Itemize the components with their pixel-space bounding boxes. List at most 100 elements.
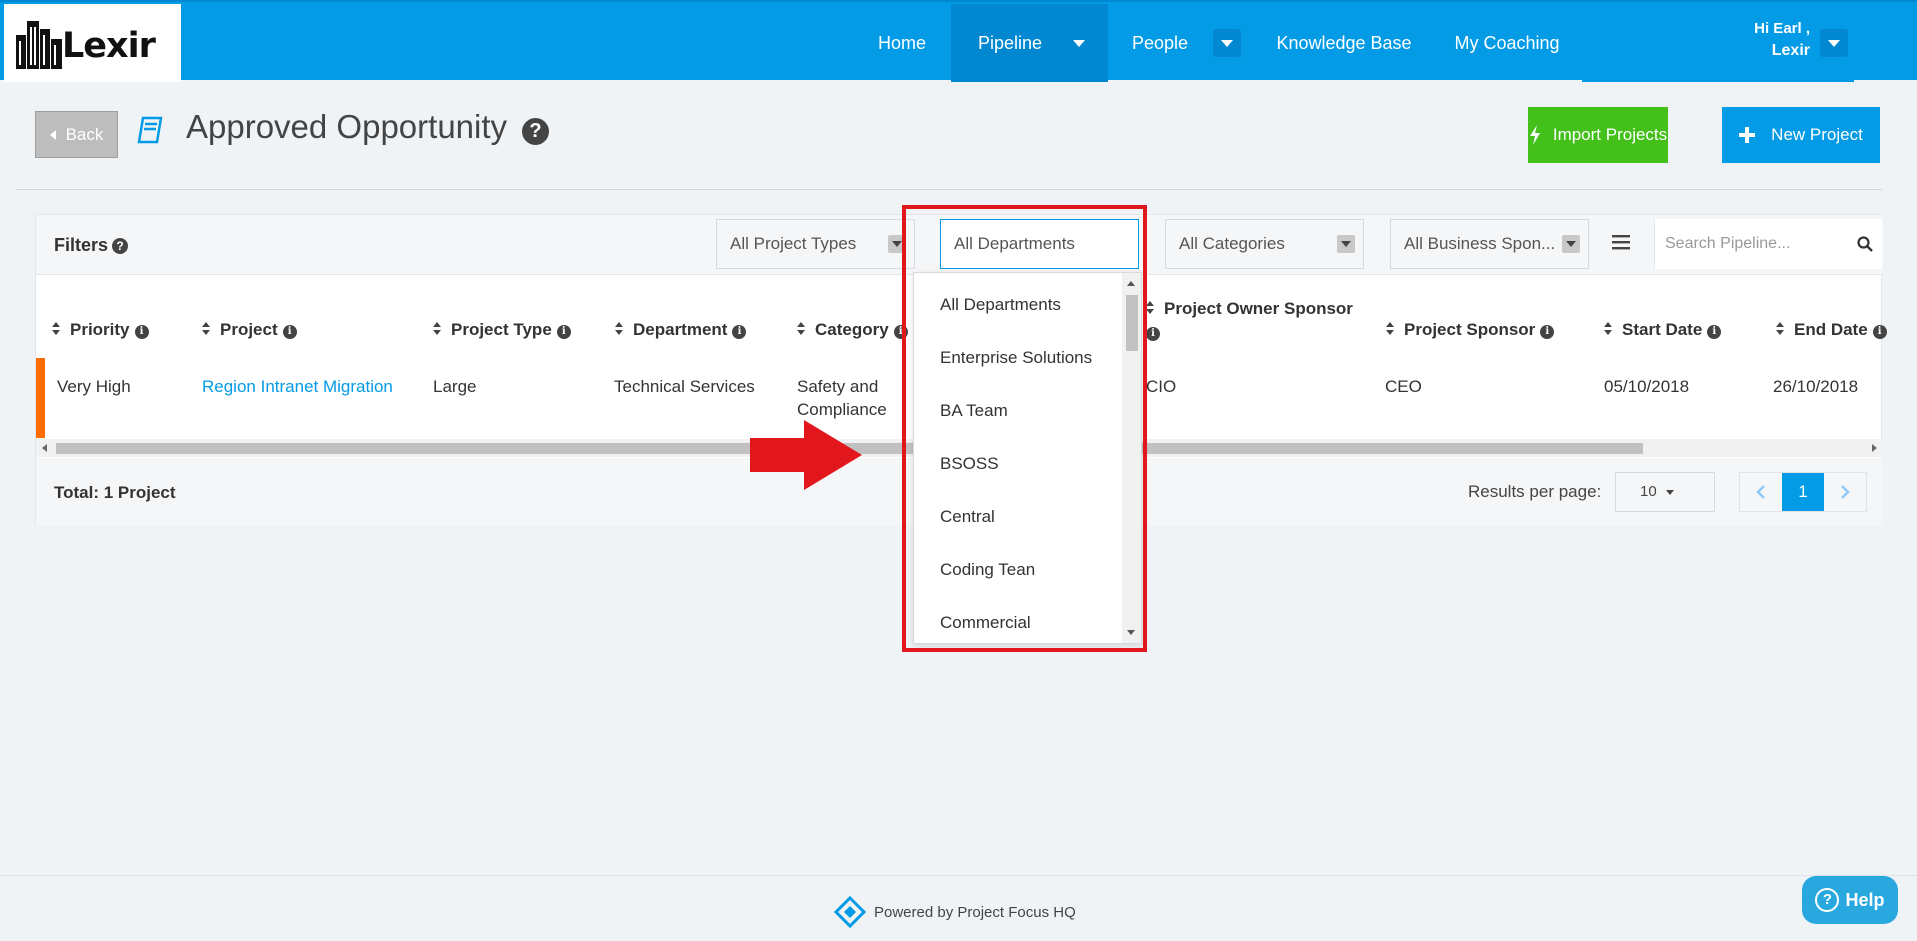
people-dropdown-toggle[interactable] — [1213, 29, 1241, 57]
sort-icon — [1146, 301, 1155, 315]
nav-knowledge-base[interactable]: Knowledge Base — [1266, 4, 1422, 82]
categories-select[interactable]: All Categories — [1165, 219, 1364, 269]
lightning-icon — [1529, 125, 1540, 145]
chevron-down-icon — [1562, 235, 1580, 253]
cell-end-date: 26/10/2018 — [1773, 377, 1859, 396]
brand-logo[interactable]: Lexir — [4, 4, 181, 82]
page-title: Approved Opportunity — [186, 108, 508, 145]
results-per-page-value: 10 — [1640, 483, 1657, 500]
project-types-value: All Project Types — [730, 234, 857, 253]
column-header-start-date[interactable]: Start Date i — [1604, 320, 1722, 340]
cell-category-line1: Safety and — [797, 377, 879, 396]
user-company: Lexir — [1771, 42, 1810, 59]
new-project-button[interactable]: New Project — [1722, 107, 1880, 163]
info-icon: i — [282, 325, 297, 339]
project-types-select[interactable]: All Project Types — [716, 219, 915, 269]
search-box — [1654, 219, 1882, 269]
cell-project-sponsor: CEO — [1385, 377, 1422, 396]
help-question-icon: ? — [1815, 888, 1840, 912]
cell-start-date: 05/10/2018 — [1604, 377, 1690, 396]
business-sponsors-value: All Business Spon... — [1404, 234, 1556, 253]
user-menu[interactable]: Hi Earl , Lexir — [1582, 4, 1854, 82]
chevron-right-icon — [1841, 485, 1850, 499]
cell-category: Safety and Compliance — [797, 375, 887, 421]
sort-icon — [202, 322, 211, 336]
nav-my-coaching[interactable]: My Coaching — [1446, 4, 1568, 82]
column-header-label: Category — [815, 320, 889, 339]
next-page-button[interactable] — [1824, 473, 1866, 511]
column-header-end-date[interactable]: End Date i — [1776, 320, 1887, 340]
info-icon: i — [1707, 325, 1722, 339]
import-projects-button[interactable]: Import Projects — [1528, 107, 1668, 163]
plus-icon — [1739, 127, 1756, 143]
book-icon — [137, 116, 163, 144]
filters-help-icon[interactable]: ? — [112, 238, 129, 254]
help-button[interactable]: ? Help — [1802, 876, 1898, 924]
logo-text: Lexir — [62, 26, 156, 66]
back-button-label: Back — [65, 124, 104, 144]
info-icon: i — [1540, 325, 1555, 339]
pipeline-dropdown-toggle[interactable] — [1065, 29, 1093, 57]
import-projects-label: Import Projects — [1552, 125, 1668, 144]
page-help-icon[interactable]: ? — [522, 118, 549, 145]
help-label: Help — [1845, 889, 1885, 910]
user-dropdown-toggle[interactable] — [1820, 29, 1848, 57]
current-page-button[interactable]: 1 — [1782, 473, 1824, 511]
column-menu-icon[interactable] — [1612, 234, 1630, 250]
sort-icon — [1776, 322, 1785, 336]
info-icon: i — [1872, 325, 1887, 339]
nav-people[interactable]: People — [1120, 4, 1200, 82]
pagination: 1 — [1739, 472, 1867, 512]
chevron-left-icon — [1756, 485, 1765, 499]
column-header-department[interactable]: Department i — [615, 320, 747, 340]
column-header-project-owner-sponsor[interactable]: Project Owner Sponsor i — [1146, 297, 1353, 343]
header-divider — [16, 189, 1882, 190]
prev-page-button[interactable] — [1740, 473, 1782, 511]
cell-priority: Very High — [57, 377, 131, 396]
sort-icon — [52, 322, 61, 336]
cell-department: Technical Services — [614, 377, 755, 396]
cell-project-link[interactable]: Region Intranet Migration — [202, 375, 393, 398]
new-project-label: New Project — [1771, 125, 1863, 144]
cell-owner-sponsor: CIO — [1146, 377, 1177, 396]
powered-by-text: Powered by Project Focus HQ — [874, 903, 1076, 921]
nav-pipeline-label: Pipeline — [978, 33, 1043, 53]
sort-icon — [433, 322, 442, 336]
business-sponsors-select[interactable]: All Business Spon... — [1390, 219, 1589, 269]
powered-by: Powered by Project Focus HQ — [834, 896, 1076, 928]
sort-icon — [1604, 322, 1613, 336]
column-header-project-type[interactable]: Project Type i — [433, 320, 571, 340]
info-icon: i — [732, 325, 747, 339]
column-header-label: Department — [633, 320, 728, 339]
cell-project-type: Large — [433, 377, 477, 396]
info-icon: i — [1146, 327, 1160, 341]
search-input[interactable] — [1665, 227, 1845, 261]
filters-heading: Filters? — [54, 235, 129, 256]
column-header-project-sponsor[interactable]: Project Sponsor i — [1386, 320, 1555, 340]
sort-icon — [1386, 322, 1395, 336]
search-icon[interactable] — [1857, 236, 1873, 252]
column-header-label: Project Owner Sponsor — [1164, 299, 1353, 318]
column-header-label: Start Date — [1622, 320, 1703, 339]
categories-value: All Categories — [1179, 234, 1285, 253]
sort-icon — [797, 322, 806, 336]
scroll-left-icon[interactable] — [42, 444, 47, 452]
results-per-page-select[interactable]: 10 — [1615, 472, 1715, 512]
total-count: Total: 1 Project — [54, 483, 176, 502]
results-per-page-label: Results per page: — [1468, 482, 1602, 501]
back-button[interactable]: Back — [35, 111, 118, 158]
page-footer: Powered by Project Focus HQ — [0, 875, 1917, 941]
column-header-label: Project Type — [451, 320, 552, 339]
scroll-right-icon[interactable] — [1872, 444, 1877, 452]
column-header-priority[interactable]: Priority i — [52, 320, 149, 340]
column-header-label: Project Sponsor — [1404, 320, 1536, 339]
column-header-category[interactable]: Category i — [797, 320, 908, 340]
user-greeting: Hi Earl , — [1754, 20, 1810, 37]
project-focus-logo-icon — [834, 896, 866, 928]
nav-home[interactable]: Home — [862, 4, 942, 82]
annotation-highlight-box — [902, 205, 1147, 652]
column-header-label: Project — [220, 320, 278, 339]
info-icon: i — [134, 325, 149, 339]
column-header-project[interactable]: Project i — [202, 320, 297, 340]
cell-category-line2: Compliance — [797, 400, 887, 419]
